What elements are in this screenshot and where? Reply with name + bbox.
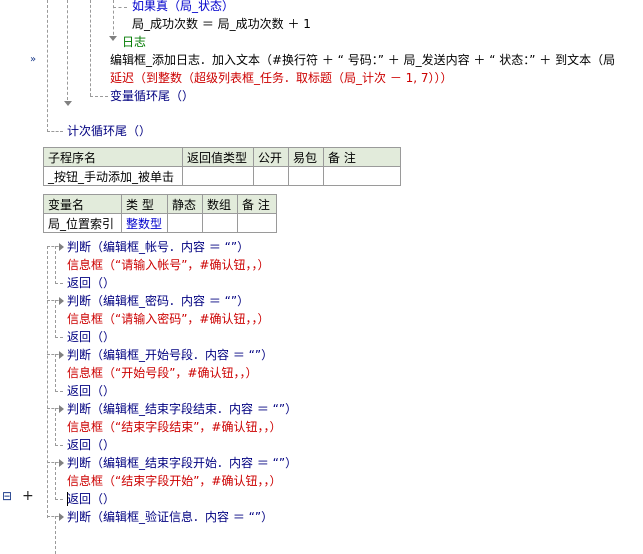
code-line-judge[interactable]: 判断（编辑框_结束字段开始．内容 ＝ “”） (67, 454, 297, 472)
code-line-return[interactable]: 返回（） (67, 274, 115, 292)
code-line-judge[interactable]: 判断（编辑框_结束字段结束．内容 ＝ “”） (67, 400, 297, 418)
branch-arrow-icon (59, 297, 64, 305)
sub-cell-public[interactable] (253, 166, 289, 186)
code-text: 判断（编辑框_结束字段开始．内容 ＝ “”） (67, 456, 298, 470)
outer-loop-guide (47, 0, 48, 132)
code-text: 返回（） (67, 330, 116, 344)
tree-icon[interactable]: ⊟ (2, 489, 12, 503)
code-text: 返回（） (67, 438, 116, 452)
code-line-return[interactable]: 返回（） (67, 490, 115, 508)
sub-header-public: 公开 (253, 147, 289, 167)
code-text: 返回（） (67, 384, 116, 398)
var-header-remark: 备 注 (237, 194, 277, 214)
code-line-assign[interactable]: 局_成功次数 ＝ 局_成功次数 ＋ 1 (132, 15, 311, 33)
code-text: 信息框（“结束字段开始”，#确认钮，，） (67, 474, 282, 488)
branch-arrow-icon (59, 351, 64, 359)
branch-arrow-icon (59, 513, 64, 521)
code-text: 判断（编辑框_开始号段．内容 ＝ “”） (67, 348, 274, 362)
code-text: 返回（） (67, 492, 116, 506)
text-caret (67, 492, 68, 506)
code-line-msgbox[interactable]: 信息框（“开始号段”，#确认钮，，） (67, 364, 258, 382)
sub-cell-package[interactable] (288, 166, 324, 186)
var-header-static: 静态 (167, 194, 203, 214)
code-line-return[interactable]: 返回（） (67, 436, 115, 454)
var-header-name: 变量名 (43, 194, 122, 214)
branch-arrow-icon (59, 405, 64, 413)
code-text: 返回（） (67, 276, 116, 290)
code-text: 信息框（“请输入密码”，#确认钮，，） (67, 312, 270, 326)
var-cell-type[interactable]: 整数型 (121, 213, 168, 233)
code-line-judge[interactable]: 判断（编辑框_验证信息．内容 ＝ “”） (67, 508, 273, 526)
var-cell-array[interactable] (202, 213, 238, 233)
var-cell-static[interactable] (167, 213, 203, 233)
code-text: 判断（编辑框_验证信息．内容 ＝ “”） (67, 510, 274, 524)
var-cell-name[interactable]: 局_位置索引 (43, 213, 122, 233)
var-cell-remark[interactable] (237, 213, 277, 233)
sub-cell-remark[interactable] (323, 166, 401, 186)
code-line-msgbox[interactable]: 信息框（“结束字段开始”，#确认钮，，） (67, 472, 282, 490)
code-text: 判断（编辑框_帐号．内容 ＝ “”） (67, 240, 250, 254)
breakpoint-marker-icon[interactable]: » (30, 54, 36, 65)
flow-arrow-icon (64, 101, 72, 106)
variable-table: 变量名 类 型 静态 数组 备 注 局_位置索引 整数型 (43, 194, 277, 233)
sub-cell-name[interactable]: _按钮_手动添加_被单击 (43, 166, 183, 186)
code-line-add-text[interactable]: 编辑框_添加日志．加入文本（#换行符 ＋ “ 号码：” ＋ 局_发送内容 ＋ “… (110, 51, 615, 69)
code-line-return[interactable]: 返回（） (67, 382, 115, 400)
code-line-log-comment[interactable]: 日志 (122, 33, 146, 51)
code-line-msgbox[interactable]: 信息框（“结束字段结束”，#确认钮，，） (67, 418, 282, 436)
code-line-judge[interactable]: 判断（编辑框_密码．内容 ＝ “”） (67, 292, 249, 310)
if-guide (90, 0, 91, 96)
code-text: 信息框（“请输入帐号”，#确认钮，，） (67, 258, 270, 272)
inner-loop-guide (67, 0, 68, 100)
branch-arrow-icon (59, 459, 64, 467)
subroutine-table: 子程序名 返回值类型 公开 易包 备 注 _按钮_手动添加_被单击 (43, 147, 401, 186)
add-line-icon[interactable]: + (22, 488, 34, 504)
var-header-array: 数组 (202, 194, 238, 214)
code-line-if-true[interactable]: 如果真（局_状态） (132, 0, 234, 15)
sub-header-return-type: 返回值类型 (182, 147, 254, 167)
code-line-count-loop-end[interactable]: 计次循环尾（） (67, 122, 151, 140)
code-line-msgbox[interactable]: 信息框（“请输入帐号”，#确认钮，，） (67, 256, 270, 274)
sub-cell-return-type[interactable] (182, 166, 254, 186)
code-line-judge[interactable]: 判断（编辑框_帐号．内容 ＝ “”） (67, 238, 249, 256)
var-header-type: 类 型 (121, 194, 168, 214)
editor-gutter (0, 0, 44, 518)
code-text: 信息框（“开始号段”，#确认钮，，） (67, 366, 258, 380)
branch-arrow-icon (59, 243, 64, 251)
code-line-return[interactable]: 返回（） (67, 328, 115, 346)
if-true-guide (113, 0, 114, 40)
code-line-delay[interactable]: 延迟（到整数（超级列表框_任务．取标题（局_计次 － 1, 7））） (110, 69, 453, 87)
sub-header-remark: 备 注 (323, 147, 401, 167)
code-text: 信息框（“结束字段结束”，#确认钮，，） (67, 420, 282, 434)
code-line-var-loop-end[interactable]: 变量循环尾（） (110, 87, 194, 105)
code-line-msgbox[interactable]: 信息框（“请输入密码”，#确认钮，，） (67, 310, 270, 328)
code-line-judge[interactable]: 判断（编辑框_开始号段．内容 ＝ “”） (67, 346, 273, 364)
code-text: 判断（编辑框_密码．内容 ＝ “”） (67, 294, 250, 308)
code-text: 判断（编辑框_结束字段结束．内容 ＝ “”） (67, 402, 298, 416)
flow-arrow-icon (109, 36, 117, 41)
sub-header-package: 易包 (288, 147, 324, 167)
sub-header-name: 子程序名 (43, 147, 183, 167)
